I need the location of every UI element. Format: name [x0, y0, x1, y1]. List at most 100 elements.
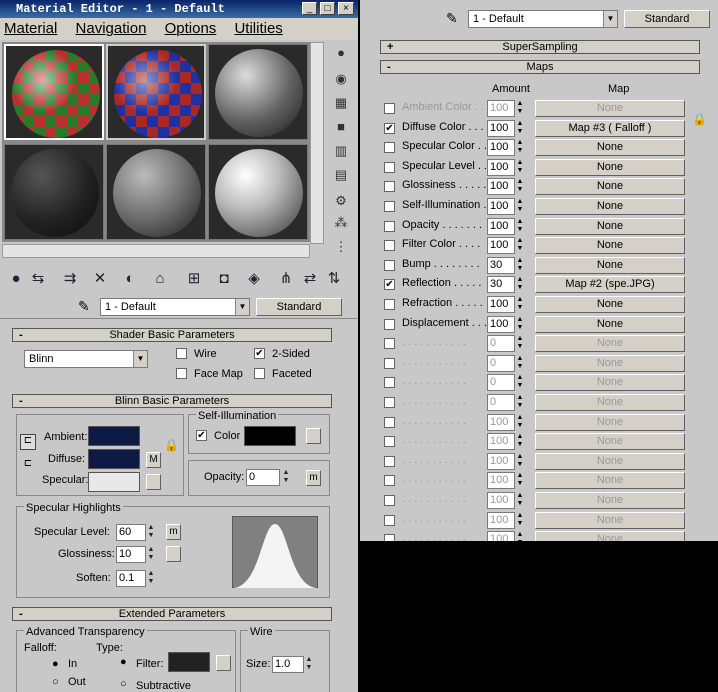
spinner-arrows[interactable]: ▲▼ — [515, 198, 525, 215]
slots-horizontal-scrollbar[interactable] — [2, 244, 310, 258]
material-type-button[interactable]: Standard — [624, 10, 710, 28]
opacity-map-button[interactable]: m — [306, 470, 321, 486]
material-type-button[interactable]: Standard — [256, 298, 342, 316]
two-sided-checkbox[interactable]: ✔ — [254, 348, 265, 359]
put-to-scene-icon[interactable]: ⇆ — [28, 268, 48, 290]
options-icon[interactable]: ⚙ — [332, 192, 350, 210]
supersampling-rollout-header[interactable]: + SuperSampling — [380, 40, 700, 54]
map-slot-button[interactable]: Map #3 ( Falloff ) — [535, 119, 685, 137]
spinner-arrows[interactable]: ▲▼ — [515, 120, 525, 137]
spinner-arrows[interactable]: ▲▼ — [515, 453, 525, 470]
spinner-arrows[interactable]: ▲▼ — [515, 355, 525, 372]
map-slot-button[interactable]: Map #2 (spe.JPG) — [535, 276, 685, 294]
map-enable-checkbox[interactable] — [384, 259, 395, 271]
map-amount-spinner[interactable]: 0 — [487, 335, 515, 353]
map-slot-button[interactable]: None — [535, 296, 685, 313]
map-amount-spinner[interactable]: 100 — [487, 237, 515, 255]
spinner-arrows[interactable]: ▲▼ — [515, 472, 525, 489]
map-slot-button[interactable]: None — [535, 374, 685, 392]
spinner-arrows[interactable]: ▲▼ — [515, 257, 525, 274]
reset-map-icon[interactable]: ✕ — [90, 268, 110, 290]
spinner-arrows[interactable]: ▲▼ — [515, 218, 525, 235]
map-enable-checkbox[interactable]: ✔ — [384, 122, 395, 134]
go-to-parent-icon[interactable]: ⋔ — [276, 268, 296, 290]
spinner-arrows[interactable]: ▲▼ — [515, 237, 525, 254]
map-enable-checkbox[interactable] — [384, 495, 395, 506]
ambient-swatch[interactable] — [88, 426, 140, 446]
filter-map-button[interactable] — [216, 655, 231, 671]
shader-type-dropdown[interactable]: Blinn ▼ — [24, 350, 148, 368]
spinner-arrows[interactable]: ▲▼ — [146, 570, 156, 587]
close-button[interactable]: × — [338, 2, 354, 15]
sample-slot-5[interactable] — [106, 144, 206, 240]
map-enable-checkbox[interactable] — [384, 436, 395, 448]
map-amount-spinner[interactable]: 100 — [487, 315, 515, 333]
map-amount-spinner[interactable]: 100 — [487, 100, 515, 117]
map-enable-checkbox[interactable] — [384, 181, 395, 193]
sample-slot-4[interactable] — [4, 144, 104, 240]
spinner-arrows[interactable]: ▲▼ — [515, 531, 525, 541]
soften-spinner[interactable]: 0.1 — [116, 570, 146, 587]
map-enable-checkbox[interactable] — [384, 534, 395, 541]
put-to-library-icon[interactable]: ⌂ — [150, 268, 170, 290]
spinner-arrows[interactable]: ▲▼ — [281, 469, 291, 486]
map-enable-checkbox[interactable] — [384, 161, 395, 173]
get-material-icon[interactable]: ● — [6, 268, 26, 290]
lock-icon[interactable]: 🔒 — [164, 438, 179, 454]
material-name-field[interactable]: 1 - Default ▼ — [100, 298, 250, 316]
map-enable-checkbox[interactable] — [384, 318, 395, 330]
self-illum-color-checkbox[interactable]: ✔ — [196, 430, 207, 441]
spinner-arrows[interactable]: ▲▼ — [515, 159, 525, 176]
self-illum-map-button[interactable] — [306, 428, 321, 444]
map-slot-button[interactable]: None — [535, 433, 685, 451]
map-enable-checkbox[interactable] — [384, 220, 395, 232]
map-amount-spinner[interactable]: 100 — [487, 511, 515, 529]
spinner-arrows[interactable]: ▲▼ — [146, 546, 156, 563]
spinner-arrows[interactable]: ▲▼ — [515, 100, 525, 117]
shader-basic-rollout-header[interactable]: - Shader Basic Parameters — [12, 328, 332, 342]
spinner-arrows[interactable]: ▲▼ — [515, 139, 525, 156]
uv-tiling-icon[interactable]: ■ — [332, 118, 350, 136]
type-filter-radio[interactable]: ● — [120, 656, 127, 668]
material-navigator-icon[interactable]: ⋮ — [332, 238, 350, 256]
spinner-arrows[interactable]: ▲▼ — [515, 316, 525, 333]
sample-slot-1[interactable] — [4, 44, 104, 140]
map-amount-spinner[interactable]: 0 — [487, 354, 515, 372]
map-slot-button[interactable]: None — [535, 315, 685, 333]
spinner-arrows[interactable]: ▲▼ — [515, 276, 525, 293]
map-amount-spinner[interactable]: 100 — [487, 492, 515, 509]
material-name-field[interactable]: 1 - Default ▼ — [468, 10, 618, 28]
map-amount-spinner[interactable]: 100 — [487, 178, 515, 196]
map-slot-button[interactable]: None — [535, 237, 685, 255]
face-map-checkbox[interactable] — [176, 368, 187, 379]
make-preview-icon[interactable]: ▤ — [332, 166, 350, 184]
opacity-spinner[interactable]: 0 — [246, 469, 280, 486]
lock-diffuse-specular-icon[interactable]: ⊏ — [20, 458, 36, 474]
blinn-basic-rollout-header[interactable]: - Blinn Basic Parameters — [12, 394, 332, 408]
wire-size-spinner[interactable]: 1.0 — [272, 656, 304, 673]
map-amount-spinner[interactable]: 100 — [487, 217, 515, 235]
faceted-checkbox[interactable] — [254, 368, 265, 379]
map-slot-button[interactable]: None — [535, 158, 685, 176]
assign-to-selection-icon[interactable]: ⇉ — [60, 268, 80, 290]
spinner-arrows[interactable]: ▲▼ — [304, 656, 314, 673]
map-enable-checkbox[interactable] — [384, 299, 395, 310]
eyedropper-icon[interactable]: ✎ — [446, 10, 458, 27]
backlight-icon[interactable]: ◉ — [332, 70, 350, 88]
map-amount-spinner[interactable]: 0 — [487, 394, 515, 411]
map-amount-spinner[interactable]: 30 — [487, 276, 515, 294]
spinner-arrows[interactable]: ▲▼ — [515, 178, 525, 195]
material-effects-channel-icon[interactable]: ⊞ — [184, 268, 204, 290]
video-color-check-icon[interactable]: ▥ — [332, 142, 350, 160]
falloff-out-radio[interactable]: ○ — [52, 676, 59, 688]
make-unique-icon[interactable]: ◐ — [120, 268, 140, 290]
maximize-button[interactable]: □ — [320, 2, 335, 15]
map-slot-button[interactable]: None — [535, 139, 685, 157]
map-slot-button[interactable]: None — [535, 511, 685, 529]
sample-slot-3[interactable] — [208, 44, 308, 140]
map-enable-checkbox[interactable] — [384, 416, 395, 428]
map-enable-checkbox[interactable] — [384, 514, 395, 526]
falloff-in-radio[interactable]: ● — [52, 658, 59, 670]
map-enable-checkbox[interactable] — [384, 338, 395, 350]
lock-ambient-diffuse-icon[interactable]: ⊏ — [20, 434, 36, 450]
